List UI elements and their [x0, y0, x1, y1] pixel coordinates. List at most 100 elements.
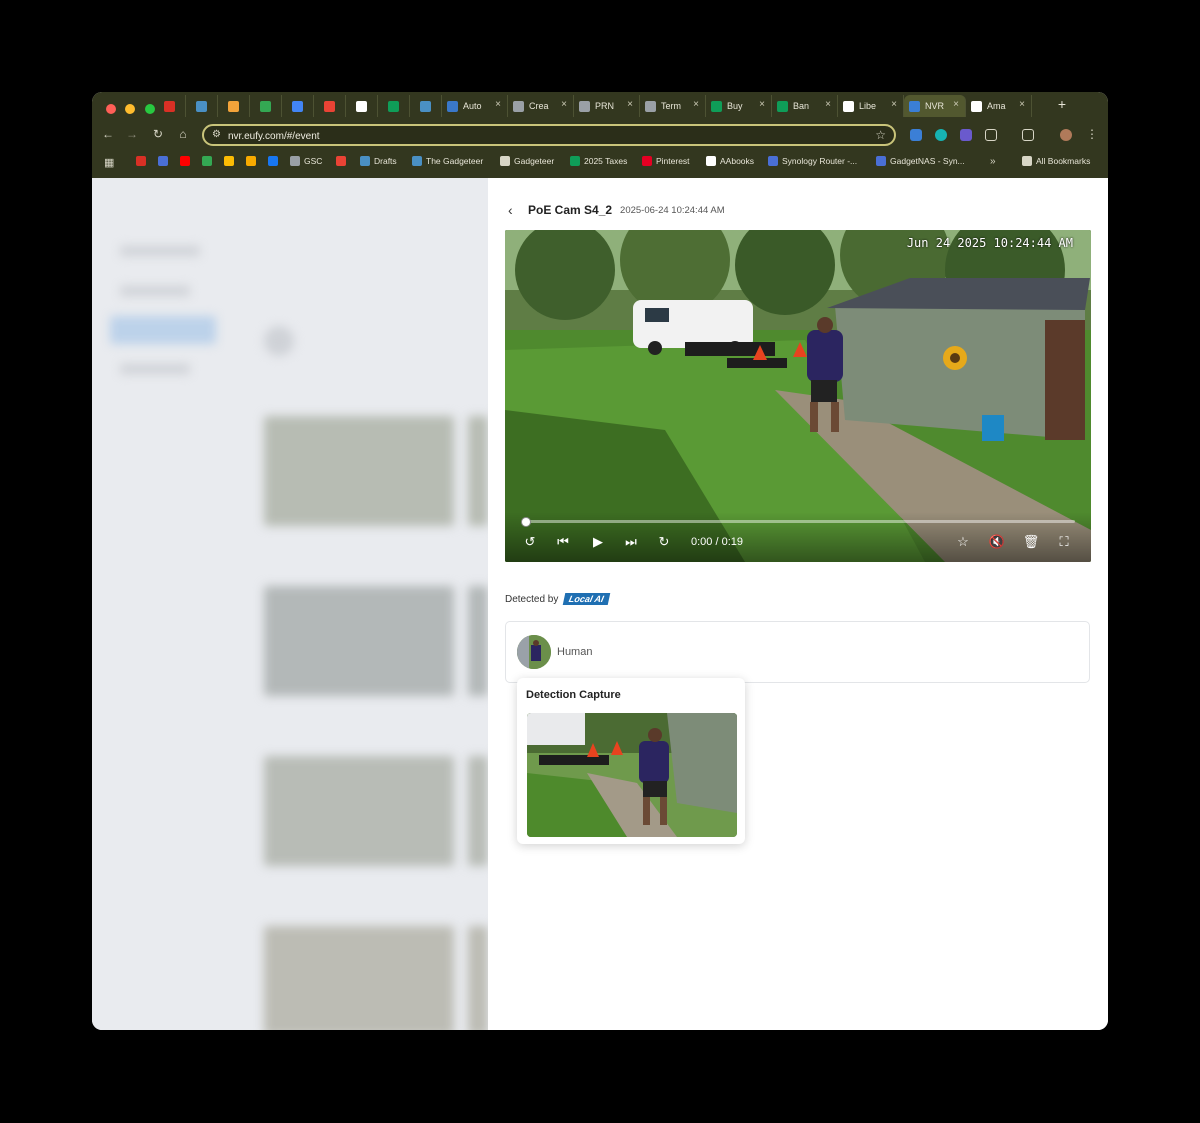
ob-icon [158, 156, 168, 166]
tab-buy[interactable]: Buy × [706, 95, 772, 117]
bookmark-drive[interactable] [202, 156, 216, 166]
close-tab-icon[interactable]: × [953, 99, 959, 110]
address-bar[interactable]: ⚙ ☆ [202, 124, 896, 146]
forward-10-icon[interactable]: ↻ [655, 534, 673, 550]
bookmark-pinwheel[interactable] [336, 156, 350, 166]
bookmark-youtube[interactable] [180, 156, 194, 166]
new-tab-button[interactable]: + [1058, 96, 1066, 112]
sheets-icon [388, 100, 399, 112]
close-window-button[interactable] [106, 104, 116, 114]
close-tab-icon[interactable]: × [759, 99, 765, 110]
favorite-star-icon[interactable]: ☆ [954, 534, 972, 550]
apps-grid-icon[interactable]: ▦ [104, 156, 114, 169]
forward-arrow-icon[interactable]: → [124, 127, 140, 141]
bookmark-gsc[interactable]: GSC [290, 156, 322, 166]
bookmark-aabooks[interactable]: AAbooks [706, 156, 754, 166]
tab-ama[interactable]: Ama × [966, 95, 1032, 117]
reading-list-icon[interactable] [1022, 129, 1034, 141]
tab-libe[interactable]: Libe × [838, 95, 904, 117]
tab-auto[interactable]: Auto × [442, 95, 508, 117]
blurred-event-thumbnail[interactable] [264, 756, 454, 866]
home-icon[interactable]: ⌂ [175, 127, 191, 141]
previous-icon[interactable]: ⏮ [554, 534, 572, 550]
drive-icon [202, 156, 212, 166]
extension-grammarly-icon[interactable] [935, 129, 947, 141]
tab-pinned-8[interactable] [410, 95, 442, 117]
rewind-10-icon[interactable]: ↺ [521, 534, 539, 550]
tab-term[interactable]: Term × [640, 95, 706, 117]
close-tab-icon[interactable]: × [627, 99, 633, 110]
extension-1password-icon[interactable] [910, 129, 922, 141]
folder-icon [1022, 156, 1032, 166]
site-settings-icon[interactable]: ⚙ [212, 129, 221, 140]
tab-ban[interactable]: Ban × [772, 95, 838, 117]
minimize-window-button[interactable] [125, 104, 136, 114]
bookmark-ob[interactable] [158, 156, 172, 166]
bookmark-gmail[interactable] [136, 156, 150, 166]
bookmark-star-icon[interactable]: ☆ [875, 128, 886, 142]
bookmark-label: Pinterest [656, 156, 690, 166]
video-player[interactable]: Jun 24 2025 10:24:44 AM ↺ ⏮ ▶ ⏭ ↻ 0:00 /… [505, 230, 1091, 562]
bookmark-the-gadgeteer[interactable]: The Gadgeteer [412, 156, 483, 166]
bookmark-facebook[interactable] [268, 156, 282, 166]
tab-title: Libe [859, 101, 877, 111]
tab-nvr[interactable]: NVR × [904, 95, 966, 117]
blurred-event-thumbnail[interactable] [468, 416, 488, 526]
play-icon[interactable]: ▶ [589, 534, 607, 550]
tab-pinned-0[interactable] [154, 95, 186, 117]
tab-pinned-4[interactable] [282, 95, 314, 117]
back-arrow-icon[interactable]: ← [100, 127, 116, 141]
blurred-event-thumbnail[interactable] [264, 926, 454, 1030]
bookmark-synology-router[interactable]: Synology Router -... [768, 156, 857, 166]
bookmark-pinterest[interactable]: Pinterest [642, 156, 690, 166]
blurred-event-thumbnail[interactable] [468, 756, 488, 866]
extension-k-icon[interactable] [960, 129, 972, 141]
trash-icon[interactable]: 🗑 [1022, 534, 1040, 550]
url-input[interactable] [226, 127, 830, 145]
tab-pinned-2[interactable] [218, 95, 250, 117]
progress-bar[interactable] [521, 517, 1075, 527]
back-chevron-icon[interactable]: ‹ [508, 202, 522, 218]
close-tab-icon[interactable]: × [561, 99, 567, 110]
extensions-puzzle-icon[interactable] [985, 129, 997, 141]
tab-pinned-3[interactable] [250, 95, 282, 117]
detection-type-label: Human [557, 646, 593, 658]
detection-item[interactable]: Human [505, 621, 1090, 683]
mute-icon[interactable]: 🔇 [988, 534, 1006, 550]
blurred-event-thumbnail[interactable] [468, 926, 488, 1030]
tab-pinned-1[interactable] [186, 95, 218, 117]
bookmark-label: Synology Router -... [782, 156, 858, 166]
tab-pinned-5[interactable] [314, 95, 346, 117]
blurred-event-thumbnail[interactable] [264, 416, 454, 526]
close-tab-icon[interactable]: × [495, 99, 501, 110]
blurred-nav-item [120, 286, 190, 296]
profile-avatar[interactable] [1060, 129, 1072, 141]
synology-icon [876, 156, 886, 166]
close-tab-icon[interactable]: × [825, 99, 831, 110]
close-tab-icon[interactable]: × [1019, 99, 1025, 110]
tab-pinned-7[interactable] [378, 95, 410, 117]
tab-prn[interactable]: PRN × [574, 95, 640, 117]
bookmark-gadgetnas-syn[interactable]: GadgetNAS - Syn... [876, 156, 965, 166]
blurred-event-thumbnail[interactable] [264, 586, 454, 696]
detection-capture-image[interactable] [527, 713, 737, 837]
bookmark-drafts[interactable]: Drafts [360, 156, 397, 166]
bookmark-2025-taxes[interactable]: 2025 Taxes [570, 156, 627, 166]
more-bookmarks-chevron-icon[interactable]: » [990, 156, 996, 167]
close-tab-icon[interactable]: × [891, 99, 897, 110]
bookmark-all-bookmarks[interactable]: All Bookmarks [1022, 156, 1090, 166]
detection-thumbnail-avatar[interactable] [517, 635, 551, 669]
next-icon[interactable]: ⏭ [622, 534, 640, 550]
menu-kebab-icon[interactable]: ⋮ [1084, 127, 1100, 141]
close-tab-icon[interactable]: × [693, 99, 699, 110]
fullscreen-icon[interactable]: ⛶ [1055, 534, 1073, 550]
blurred-event-thumbnail[interactable] [468, 586, 488, 696]
reload-icon[interactable]: ↻ [150, 127, 166, 141]
tab-pinned-6[interactable] [346, 95, 378, 117]
tab-crea[interactable]: Crea × [508, 95, 574, 117]
synology-icon [768, 156, 778, 166]
bookmark-gadgeteer[interactable]: Gadgeteer [500, 156, 554, 166]
bookmark-analytics[interactable] [246, 156, 260, 166]
bookmark-keep[interactable] [224, 156, 238, 166]
progress-knob[interactable] [521, 517, 531, 527]
